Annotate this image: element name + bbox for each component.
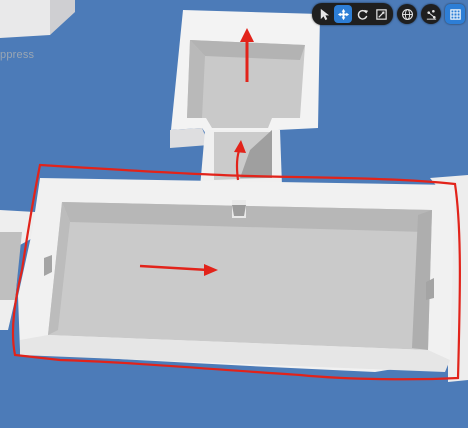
translate-tool-button[interactable] [334, 5, 352, 23]
level-viewport[interactable]: ppress [0, 0, 468, 428]
grid-snap-button[interactable] [445, 4, 465, 24]
background-text: ppress [0, 49, 35, 61]
globe-icon [401, 8, 413, 20]
select-tool-button[interactable] [315, 5, 333, 23]
rotate-icon [357, 9, 368, 20]
rotate-tool-button[interactable] [353, 5, 371, 23]
viewport-toolbar [312, 3, 465, 25]
transform-tool-group [312, 3, 393, 25]
scale-tool-button[interactable] [372, 5, 390, 23]
translate-move-icon [337, 8, 349, 20]
level-scene[interactable] [0, 0, 468, 428]
select-cursor-icon [320, 8, 329, 20]
scale-icon [375, 8, 387, 20]
surface-snapping-button[interactable] [421, 4, 441, 24]
surface-snapping-icon [426, 9, 436, 20]
grid-snap-icon [449, 8, 461, 20]
world-local-toggle-button[interactable] [397, 4, 417, 24]
